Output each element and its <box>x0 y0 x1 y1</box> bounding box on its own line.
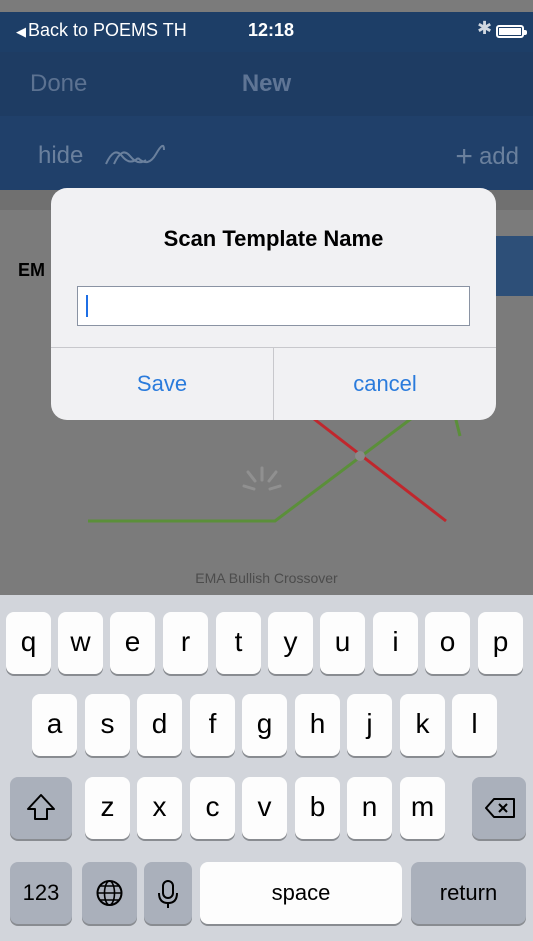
key-m[interactable]: m <box>400 777 445 839</box>
key-p[interactable]: p <box>478 612 523 674</box>
key-o[interactable]: o <box>425 612 470 674</box>
key-t[interactable]: t <box>216 612 261 674</box>
key-b[interactable]: b <box>295 777 340 839</box>
key-d[interactable]: d <box>137 694 182 756</box>
return-key[interactable]: return <box>411 862 526 924</box>
save-button[interactable]: Save <box>51 348 273 420</box>
key-y[interactable]: y <box>268 612 313 674</box>
delete-key[interactable] <box>472 777 526 839</box>
key-x[interactable]: x <box>137 777 182 839</box>
key-l[interactable]: l <box>452 694 497 756</box>
battery-icon <box>496 25 527 38</box>
key-v[interactable]: v <box>242 777 287 839</box>
loading-spinner-icon <box>242 466 282 491</box>
back-to-app-link[interactable]: ◀ Back to POEMS TH <box>16 20 187 41</box>
app-screen: ◀ Back to POEMS TH 12:18 ✱ Done New hide … <box>0 0 533 941</box>
add-label: add <box>478 143 519 170</box>
space-key[interactable]: space <box>200 862 402 924</box>
key-j[interactable]: j <box>347 694 392 756</box>
dialog-title: Scan Template Name <box>163 226 384 251</box>
key-s[interactable]: s <box>85 694 130 756</box>
backspace-icon <box>485 798 515 818</box>
page-title: New <box>241 70 292 97</box>
indicator-toolbar: hide + add <box>0 116 533 190</box>
status-bar: ◀ Back to POEMS TH 12:18 ✱ <box>0 12 533 52</box>
key-g[interactable]: g <box>242 694 287 756</box>
key-q[interactable]: q <box>6 612 51 674</box>
key-e[interactable]: e <box>110 612 155 674</box>
ema-fast-line <box>88 410 421 523</box>
back-to-app-label: Back to POEMS TH <box>28 20 187 40</box>
key-z[interactable]: z <box>85 777 130 839</box>
status-time: 12:18 <box>248 20 295 40</box>
microphone-icon <box>158 880 178 908</box>
key-r[interactable]: r <box>163 612 208 674</box>
dictation-key[interactable] <box>144 862 192 924</box>
key-h[interactable]: h <box>295 694 340 756</box>
add-button[interactable]: + add <box>455 140 519 174</box>
shift-arrow-icon <box>27 794 55 820</box>
numbers-key[interactable]: 123 <box>10 862 72 924</box>
back-triangle-icon: ◀ <box>16 24 26 39</box>
plus-icon: + <box>455 140 473 173</box>
hide-button[interactable]: hide <box>38 142 83 170</box>
wave-icon[interactable] <box>104 144 168 168</box>
text-cursor <box>86 295 88 317</box>
globe-key[interactable] <box>82 862 137 924</box>
template-name-dialog: Scan Template Name Save cancel <box>51 188 496 420</box>
globe-icon <box>96 880 123 906</box>
bluetooth-icon: ✱ <box>477 18 493 38</box>
template-name-input[interactable] <box>77 286 470 326</box>
key-u[interactable]: u <box>320 612 365 674</box>
ema-slow-line <box>304 410 447 523</box>
cancel-button[interactable]: cancel <box>274 348 496 420</box>
chart-caption: EMA Bullish Crossover <box>195 570 338 586</box>
key-w[interactable]: w <box>58 612 103 674</box>
shift-key[interactable] <box>10 777 72 839</box>
key-n[interactable]: n <box>347 777 392 839</box>
key-a[interactable]: a <box>32 694 77 756</box>
key-f[interactable]: f <box>190 694 235 756</box>
crossover-point-icon <box>355 451 365 461</box>
navigation-bar: Done New <box>0 52 533 116</box>
key-c[interactable]: c <box>190 777 235 839</box>
key-k[interactable]: k <box>400 694 445 756</box>
keyboard: q w e r t y u i o p a s d f g h j k l z … <box>0 595 533 941</box>
key-i[interactable]: i <box>373 612 418 674</box>
